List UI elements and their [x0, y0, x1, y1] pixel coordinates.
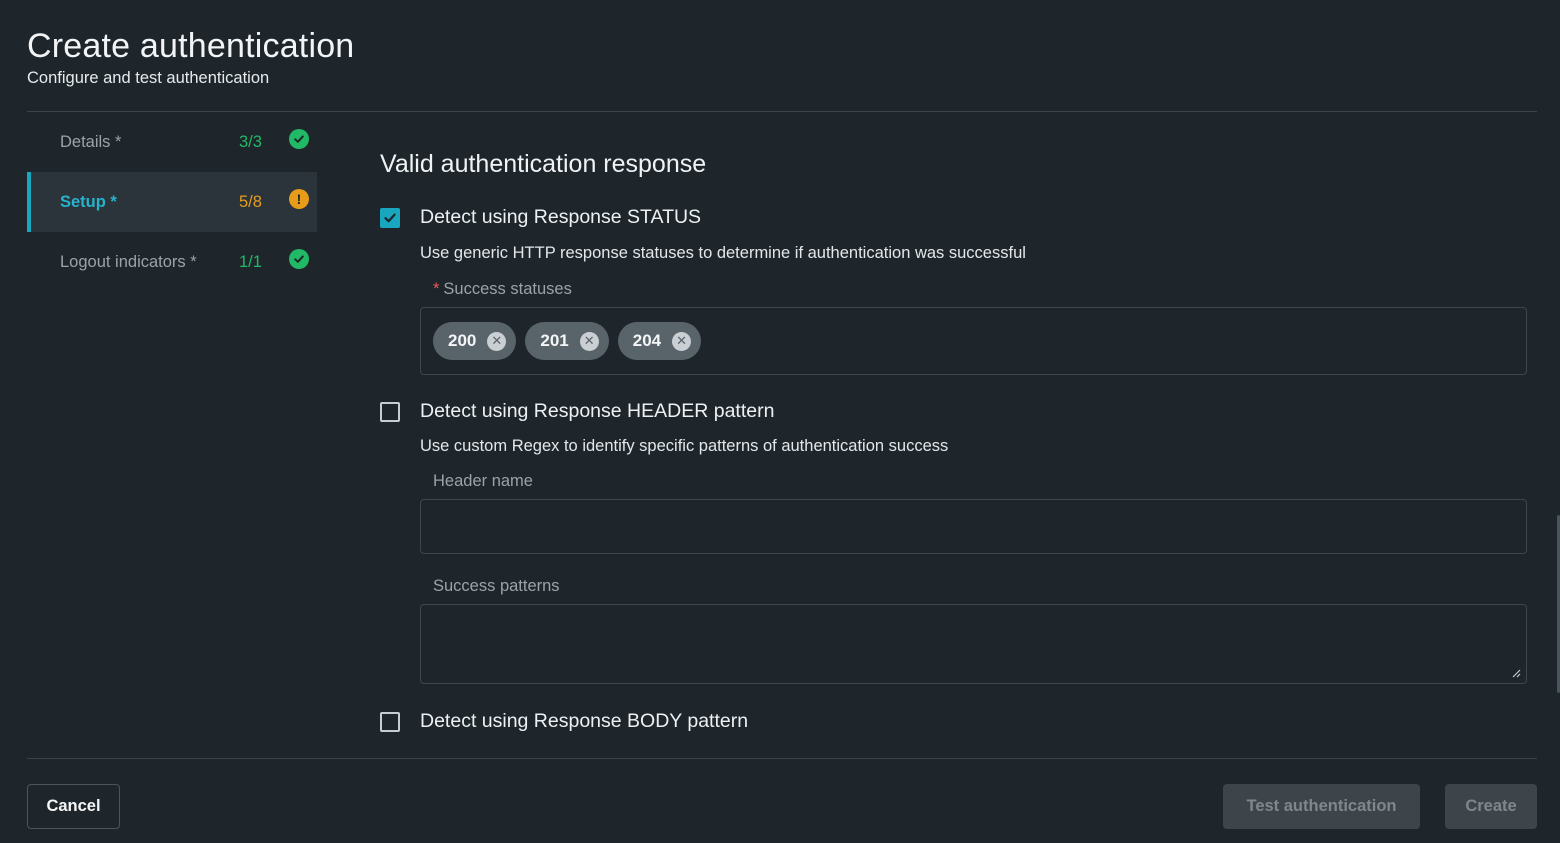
success-patterns-label: Success patterns — [433, 577, 560, 595]
step-count: 5/8 — [239, 192, 262, 211]
header-description: Use custom Regex to identify specific pa… — [420, 437, 949, 455]
header-option-label[interactable]: Detect using Response HEADER pattern — [420, 400, 774, 423]
sidebar-step-logout-indicators[interactable]: Logout indicators * 1/1 — [27, 232, 317, 292]
status-tags: 200 ✕ 201 ✕ 204 ✕ — [421, 308, 1526, 374]
step-label: Setup * — [60, 192, 117, 211]
success-statuses-label: * Success statuses — [433, 280, 572, 298]
body-option-label[interactable]: Detect using Response BODY pattern — [420, 710, 748, 733]
section-title: Valid authentication response — [380, 150, 707, 178]
test-authentication-button[interactable]: Test authentication — [1223, 784, 1420, 829]
header-name-label: Header name — [433, 472, 533, 490]
step-count: 1/1 — [239, 252, 262, 271]
header-checkbox[interactable] — [380, 401, 400, 422]
status-tag: 204 ✕ — [617, 322, 702, 360]
checkmark-icon — [384, 213, 396, 222]
resize-handle-icon[interactable] — [1511, 668, 1521, 678]
step-count: 3/3 — [239, 132, 262, 151]
status-description: Use generic HTTP response statuses to de… — [420, 244, 1026, 262]
remove-tag-icon[interactable]: ✕ — [487, 331, 507, 351]
exclamation-circle-icon: ! — [289, 189, 309, 209]
steps-sidebar: Details * 3/3 Setup * 5/8 ! Logout indic… — [27, 112, 317, 292]
tag-value: 200 — [448, 331, 477, 350]
success-statuses-input[interactable]: 200 ✕ 201 ✕ 204 ✕ — [420, 307, 1527, 375]
cancel-button[interactable]: Cancel — [27, 784, 120, 829]
header-option: Detect using Response HEADER pattern — [380, 400, 774, 423]
success-patterns-textarea[interactable] — [420, 604, 1527, 684]
check-circle-icon — [289, 129, 309, 149]
remove-tag-icon[interactable]: ✕ — [672, 331, 692, 351]
step-label: Logout indicators * — [60, 252, 197, 271]
page-subtitle: Configure and test authentication — [27, 69, 270, 87]
check-circle-icon — [289, 249, 309, 269]
page-header: Create authentication Configure and test… — [27, 26, 354, 90]
sidebar-step-details[interactable]: Details * 3/3 — [27, 112, 317, 172]
body-checkbox[interactable] — [380, 711, 400, 732]
status-option: Detect using Response STATUS — [380, 206, 701, 229]
status-tag: 201 ✕ — [525, 322, 609, 360]
step-label: Details * — [60, 132, 122, 151]
status-option-label[interactable]: Detect using Response STATUS — [420, 206, 701, 229]
page-title: Create authentication — [27, 27, 355, 65]
status-checkbox[interactable] — [380, 207, 400, 228]
sidebar-step-setup[interactable]: Setup * 5/8 ! — [27, 172, 317, 232]
footer-divider — [27, 758, 1537, 759]
create-button[interactable]: Create — [1445, 784, 1537, 829]
tag-value: 204 — [632, 331, 662, 350]
required-mark: * — [433, 280, 440, 298]
status-tag: 200 ✕ — [433, 322, 517, 360]
body-option: Detect using Response BODY pattern — [380, 710, 748, 733]
header-name-input[interactable] — [420, 499, 1527, 554]
tag-value: 201 — [540, 331, 569, 350]
remove-tag-icon[interactable]: ✕ — [579, 331, 599, 351]
